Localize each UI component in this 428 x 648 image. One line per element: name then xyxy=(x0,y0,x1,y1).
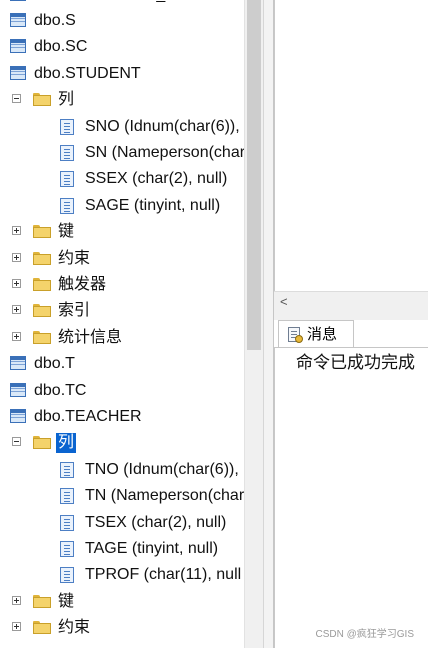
folder-icon xyxy=(33,621,51,635)
tree-item-folder[interactable]: 触发器 xyxy=(0,272,244,298)
expand-plus-icon[interactable] xyxy=(12,226,21,236)
folder-label: 统计信息 xyxy=(58,328,123,346)
folder-icon xyxy=(33,251,51,265)
tree-item-folder[interactable]: 列 xyxy=(0,87,244,113)
table-name: dbo.TEACHER xyxy=(34,408,142,425)
pane-splitter[interactable] xyxy=(263,0,274,648)
table-icon xyxy=(10,356,26,371)
results-horizontal-scrollbar[interactable]: < xyxy=(274,291,428,312)
column-name: TNO (Idnum(char(6)), xyxy=(85,460,239,478)
tree-item-column[interactable]: TSEX (char(2), null) xyxy=(0,510,244,536)
folder-icon xyxy=(33,436,51,450)
tree-item-table[interactable]: dbo.STUDENT xyxy=(0,61,244,87)
column-icon xyxy=(60,145,74,161)
tree-item-column[interactable]: SNO (Idnum(char(6)), xyxy=(0,114,244,140)
table-icon xyxy=(10,13,26,27)
table-name: dbo.TC xyxy=(34,381,87,399)
column-icon xyxy=(60,514,74,531)
folder-label: 触发器 xyxy=(58,276,107,293)
column-icon xyxy=(60,541,74,557)
tree-item-label: dbo.SMATRIBUT_S xyxy=(34,0,176,5)
table-name: dbo.T xyxy=(34,355,75,373)
expand-plus-icon[interactable] xyxy=(12,305,21,315)
tree-item-table[interactable]: dbo.S xyxy=(0,8,244,34)
folder-label: 键 xyxy=(58,592,75,610)
tree-item-column[interactable]: SN (Nameperson(char xyxy=(0,140,244,166)
collapse-minus-icon[interactable] xyxy=(12,94,21,104)
column-name: SN (Nameperson(char xyxy=(85,144,244,161)
column-name: SAGE (tinyint, null) xyxy=(85,196,221,214)
column-icon xyxy=(60,197,74,214)
tree-item-folder[interactable]: 统计信息 xyxy=(0,325,244,351)
table-icon xyxy=(10,0,26,1)
tree-item-column[interactable]: TPROF (char(11), null xyxy=(0,562,244,588)
column-name: SSEX (char(2), null) xyxy=(85,170,228,188)
results-grid-area xyxy=(274,0,428,291)
folder-label: 列 xyxy=(58,91,75,109)
column-icon xyxy=(60,567,74,584)
folder-label: 约束 xyxy=(58,619,91,637)
column-name: TN (Nameperson(char xyxy=(85,487,244,505)
column-icon xyxy=(60,118,74,135)
column-icon xyxy=(60,488,74,505)
table-icon xyxy=(10,39,26,54)
tree-item-column[interactable]: TN (Nameperson(char xyxy=(0,483,244,509)
tree-item-folder[interactable]: 约束 xyxy=(0,615,244,641)
tree-item-folder[interactable]: 列 xyxy=(0,430,244,456)
column-name: SNO (Idnum(char(6)), xyxy=(85,117,240,135)
messages-icon xyxy=(288,327,303,343)
folder-icon xyxy=(33,330,51,344)
tree-item-folder[interactable]: 键 xyxy=(0,589,244,615)
tree-item-table[interactable]: dbo.T xyxy=(0,351,244,377)
messages-pane: 命令已成功完成 xyxy=(274,347,428,648)
tree-item-folder[interactable]: 索引 xyxy=(0,298,244,324)
tree-item-column[interactable]: TAGE (tinyint, null) xyxy=(0,536,244,562)
column-icon xyxy=(60,461,74,478)
folder-label: 索引 xyxy=(58,302,91,320)
tree-item-column[interactable]: SAGE (tinyint, null) xyxy=(0,193,244,219)
scroll-left-arrow-icon[interactable]: < xyxy=(280,294,288,309)
column-name: TPROF (char(11), null xyxy=(85,566,242,584)
tree-item-table[interactable]: dbo.SC xyxy=(0,34,244,60)
folder-icon xyxy=(33,278,51,291)
tree-item-table[interactable]: dbo.TEACHER xyxy=(0,404,244,430)
tree-vertical-scrollbar[interactable] xyxy=(244,0,264,648)
tree-item-column[interactable]: SSEX (char(2), null) xyxy=(0,166,244,192)
expand-plus-icon[interactable] xyxy=(12,595,21,605)
tree-item-folder[interactable]: 键 xyxy=(0,219,244,245)
column-name: TAGE (tinyint, null) xyxy=(85,540,219,557)
tree-item-partial[interactable]: dbo.SMATRIBUT_S xyxy=(0,0,244,8)
table-name: dbo.STUDENT xyxy=(34,64,141,82)
folder-label: 键 xyxy=(58,223,75,241)
column-icon xyxy=(60,171,74,188)
table-icon xyxy=(10,65,26,80)
table-name: dbo.S xyxy=(34,12,76,29)
folder-icon xyxy=(33,304,51,318)
table-icon xyxy=(10,382,26,397)
folder-icon xyxy=(33,93,51,107)
folder-icon xyxy=(33,225,51,239)
tree-item-column[interactable]: TNO (Idnum(char(6)), xyxy=(0,457,244,483)
expand-plus-icon[interactable] xyxy=(12,622,21,632)
scrollbar-thumb[interactable] xyxy=(247,0,261,350)
expand-plus-icon[interactable] xyxy=(12,331,21,341)
tree-item-folder[interactable]: 约束 xyxy=(0,246,244,272)
tab-messages-label: 消息 xyxy=(307,326,338,343)
object-explorer-tree: dbo.SMATRIBUT_S dbo.S dbo.SC dbo.STUDENT 列 SN… xyxy=(0,0,244,648)
folder-label: 列 xyxy=(56,433,77,454)
column-name: TSEX (char(2), null) xyxy=(85,513,227,531)
folder-label: 约束 xyxy=(58,249,91,267)
expand-plus-icon[interactable] xyxy=(12,279,21,288)
folder-icon xyxy=(33,594,51,608)
message-text: 命令已成功完成 xyxy=(296,353,415,372)
tree-item-table[interactable]: dbo.TC xyxy=(0,378,244,404)
table-icon xyxy=(10,409,26,423)
expand-plus-icon[interactable] xyxy=(12,252,21,262)
table-name: dbo.SC xyxy=(34,38,88,56)
tab-strip-background xyxy=(274,312,428,320)
collapse-minus-icon[interactable] xyxy=(12,437,21,447)
watermark: CSDN @疯狂学习GIS xyxy=(315,629,415,640)
tab-messages[interactable]: 消息 xyxy=(278,320,354,348)
